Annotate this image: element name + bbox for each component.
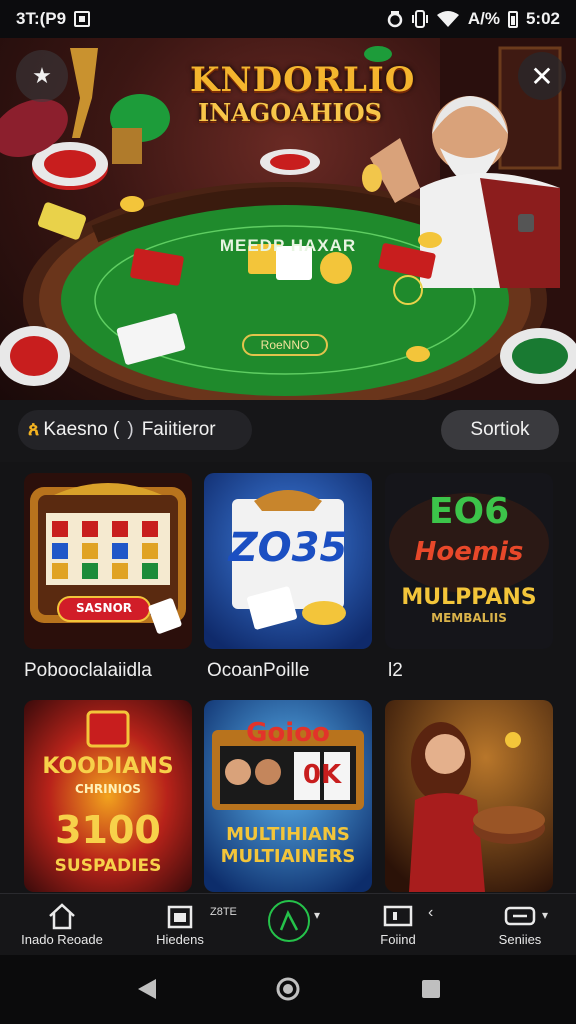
game-caption-1: Pobooclalaiidla	[24, 660, 152, 681]
lambda-icon	[279, 910, 299, 931]
close-button[interactable]: ✕	[518, 52, 566, 100]
status-left: 3T:(P9	[16, 9, 91, 29]
hero-banner[interactable]: ★ KNDORLIO INAGOAHIOS MEEDP HAXAR RoeNNO…	[0, 38, 576, 400]
multipans-number: ЕО6	[428, 491, 510, 532]
filter-label: Faiitieror	[141, 419, 216, 440]
status-right: A/% 5:02	[386, 9, 560, 29]
nav-label-hiedens: Hiedens	[156, 932, 204, 947]
game-tile-poker[interactable]: ZO35	[204, 473, 372, 649]
nav-label-foiind: Foiind	[380, 932, 416, 947]
koodians-title: KOODIANS	[42, 754, 174, 779]
slot-machine-art	[24, 473, 192, 649]
status-clock: 5:02	[525, 9, 560, 28]
close-icon: ✕	[530, 60, 554, 92]
back-icon[interactable]	[136, 977, 158, 1001]
multihians-subtitle: MULTIAINERS	[220, 846, 356, 867]
nav-item-home[interactable]: Inado Reoade	[14, 894, 110, 956]
game-tile-koodians[interactable]: KOODIANS CHRINIOS 3100 SUSPADIES	[24, 700, 192, 892]
category-label: Kaesno (	[43, 419, 120, 440]
center-caret-icon: ▾	[314, 908, 321, 922]
screen-icon	[383, 905, 413, 927]
table-label: MEEDP HAXAR	[219, 236, 357, 255]
brand-icon: ጰ	[28, 419, 40, 440]
slot-button-text: SASNOR	[75, 601, 133, 615]
nav-label-home: Inado Reoade	[21, 932, 103, 947]
koodians-number: 3100	[55, 808, 161, 852]
table-button[interactable]: RoeNNO	[242, 334, 328, 356]
status-time-left: 3T:(P9	[16, 9, 67, 28]
center-action-button[interactable]	[268, 900, 310, 942]
game-caption-3: l2	[388, 660, 403, 681]
nav-label-seniies: Seniies	[498, 932, 542, 947]
multipans-subtitle: MEMBALIIS	[431, 611, 507, 625]
sort-button[interactable]: Sortiok	[441, 410, 559, 450]
multihians-logo: Goioo	[246, 718, 330, 748]
game-caption-2: OcoanPoille	[207, 660, 310, 681]
calendar-icon	[167, 905, 193, 929]
hero-title-line1: KNDORLIO	[190, 60, 416, 100]
multipans-script: Hoemis	[414, 537, 524, 567]
nav-caret-icon: ▾	[542, 908, 549, 922]
battery-icon	[507, 10, 518, 28]
nav-item-foiind[interactable]: Foiind	[360, 894, 436, 956]
vibrate-icon	[411, 10, 428, 28]
chevron-left-icon: ‹	[428, 904, 434, 921]
koodians-subtitle: CHRINIOS	[75, 782, 141, 796]
game-tile-multihians[interactable]: Goioo 0K MULTIHIANS MULTIAINERS	[204, 700, 372, 892]
recents-icon[interactable]	[421, 979, 441, 999]
nav-item-seniies[interactable]: Seniies	[482, 894, 558, 956]
multipans-title: MULPPANS	[401, 585, 537, 610]
hostess-art	[385, 700, 553, 892]
poker-tile-text: ZO35	[228, 525, 348, 571]
hero-title-line2: INAGOAHIOS	[198, 98, 382, 127]
nav-item-hiedens[interactable]: Hiedens	[140, 894, 220, 956]
koodians-footer: SUSPADIES	[54, 856, 162, 876]
filter-row: ጰ Kaesno ( ) Faiitieror Sortiok	[0, 400, 576, 462]
home-circle-icon[interactable]	[275, 976, 301, 1002]
game-tile-multipans[interactable]: ЕО6 Hoemis MULPPANS MEMBALIIS	[385, 473, 553, 649]
status-bar: 3T:(P9 A/% 5:02	[0, 0, 576, 38]
wifi-icon	[436, 11, 459, 27]
game-tile-hostess[interactable]	[385, 700, 553, 892]
home-icon	[49, 903, 75, 930]
system-nav-bar	[0, 955, 576, 1024]
category-filter[interactable]: ጰ Kaesno ( ) Faiitieror	[18, 410, 252, 450]
star-icon: ★	[32, 63, 52, 88]
alarm-icon	[387, 11, 403, 28]
notification-icon	[74, 11, 91, 27]
hero-title: KNDORLIO INAGOAHIOS	[190, 60, 416, 127]
bottom-nav: Inado Reoade Hiedens Z8TE ▾ Foiind ‹ Sen…	[0, 893, 576, 955]
battery-text: A/%	[467, 9, 500, 28]
multihians-title: MULTIHIANS	[226, 824, 350, 845]
nav-badge: Z8TE	[210, 906, 237, 918]
multihians-reel-text: 0K	[302, 760, 342, 790]
category-separator: )	[127, 419, 134, 440]
switch-icon	[504, 906, 536, 926]
game-tile-slots[interactable]: SASNOR	[24, 473, 192, 649]
back-button[interactable]: ★	[16, 50, 68, 102]
